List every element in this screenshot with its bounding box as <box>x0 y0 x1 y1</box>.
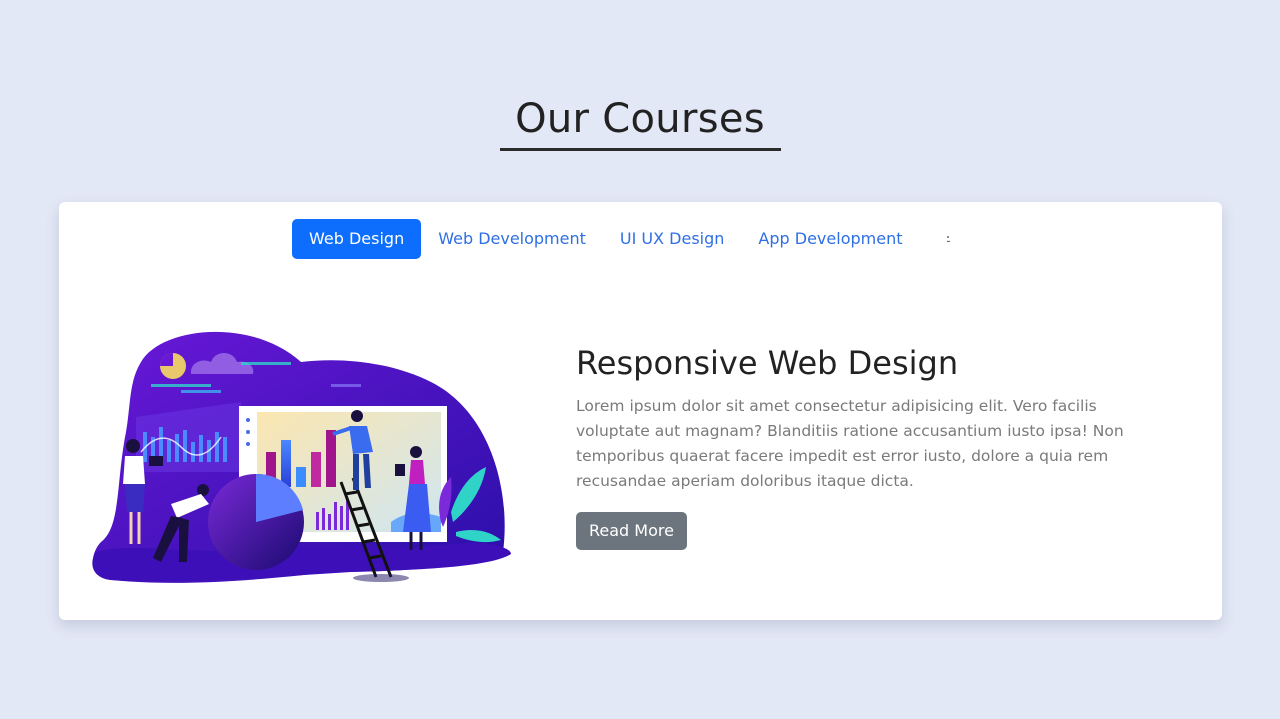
moon-icon <box>945 231 954 247</box>
tab-app-development[interactable]: App Development <box>741 219 919 259</box>
course-content: Responsive Web Design Lorem ipsum dolor … <box>576 340 1176 550</box>
theme-toggle-button[interactable] <box>935 219 959 259</box>
course-description: Lorem ipsum dolor sit amet consectetur a… <box>576 397 1124 490</box>
courses-card: Web Design Web Development UI UX Design … <box>59 202 1222 620</box>
course-tabs: Web Design Web Development UI UX Design … <box>292 219 959 259</box>
page: Our Courses Web Design Web Development U… <box>0 0 1280 719</box>
page-title: Our Courses <box>499 96 781 151</box>
read-more-button[interactable]: Read More <box>576 512 687 550</box>
title-section: Our Courses <box>0 96 1280 151</box>
tab-ui-ux-design[interactable]: UI UX Design <box>603 219 742 259</box>
course-title: Responsive Web Design <box>576 344 959 382</box>
tab-web-development[interactable]: Web Development <box>421 219 603 259</box>
tab-web-design[interactable]: Web Design <box>292 219 422 259</box>
analytics-team-illustration <box>92 331 512 583</box>
